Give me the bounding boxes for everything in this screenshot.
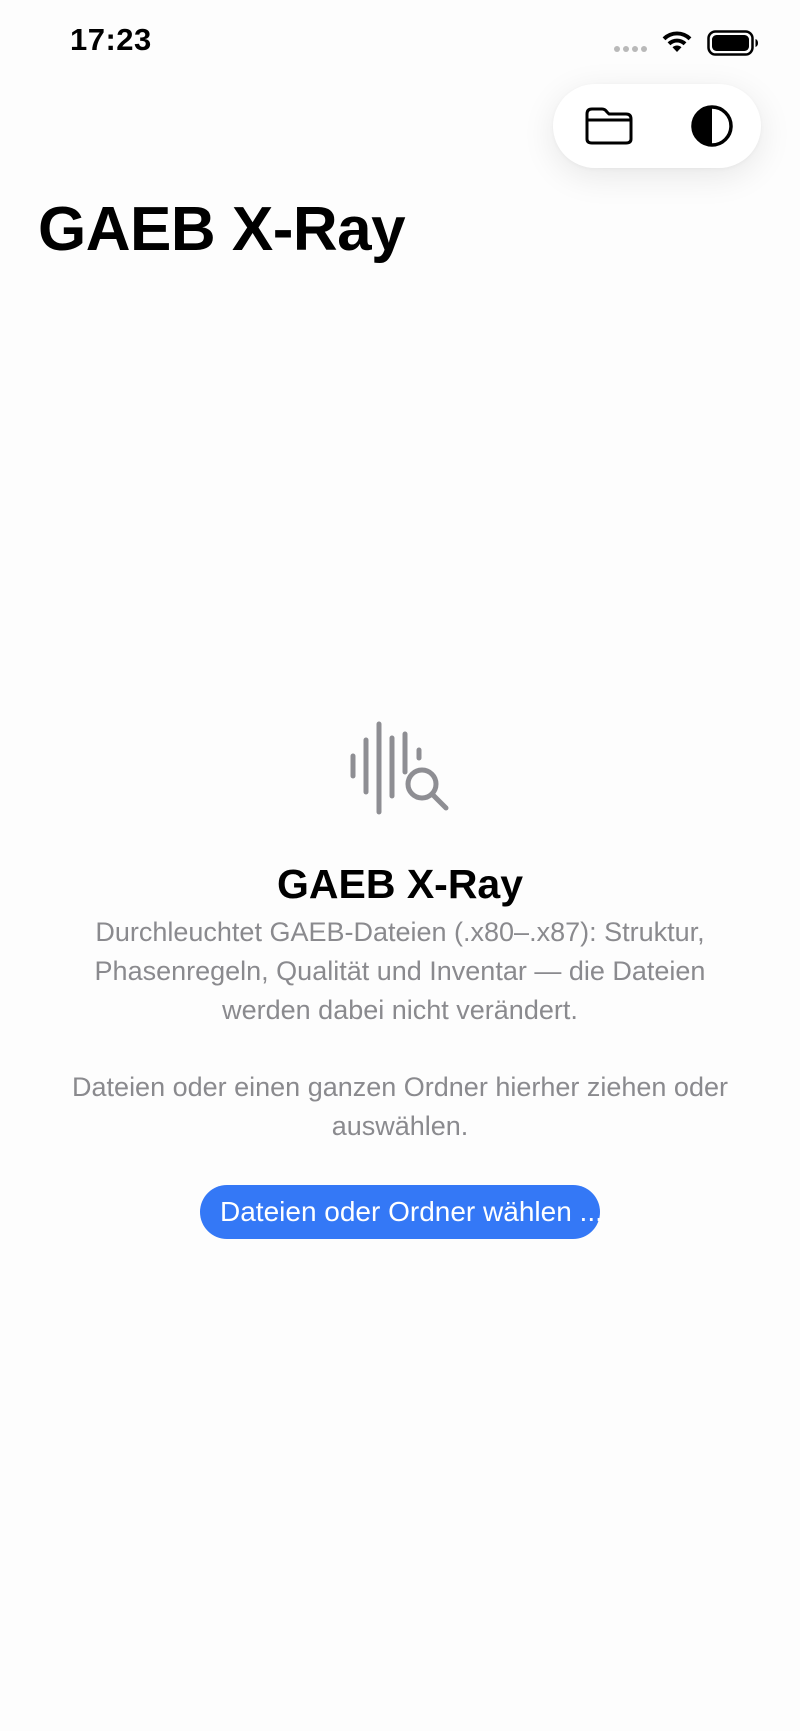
- battery-icon: [707, 30, 758, 56]
- empty-state-title: GAEB X-Ray: [276, 861, 524, 907]
- empty-state: GAEB X-Ray Durchleuchtet GAEB-Dateien (.…: [0, 720, 800, 1240]
- open-folder-button[interactable]: [567, 84, 651, 168]
- empty-state-description: Durchleuchtet GAEB-Dateien (.x80–.x87): …: [94, 917, 706, 1026]
- empty-state-hint: Dateien oder einen ganzen Ordner hierher…: [72, 1072, 728, 1142]
- appearance-toggle-button[interactable]: [670, 84, 754, 168]
- status-bar: 17:23: [0, 0, 800, 86]
- wifi-icon: [662, 31, 692, 52]
- page-title: GAEB X-Ray: [38, 195, 406, 264]
- waveform-magnifier-icon: [350, 721, 449, 815]
- folder-icon: [585, 107, 633, 145]
- cellular-signal-icon: [614, 46, 647, 52]
- status-time: 17:23: [70, 22, 152, 57]
- toolbar: [553, 84, 761, 168]
- contrast-icon: [691, 105, 733, 147]
- choose-files-button[interactable]: Dateien oder Ordner wählen ...: [200, 1185, 603, 1240]
